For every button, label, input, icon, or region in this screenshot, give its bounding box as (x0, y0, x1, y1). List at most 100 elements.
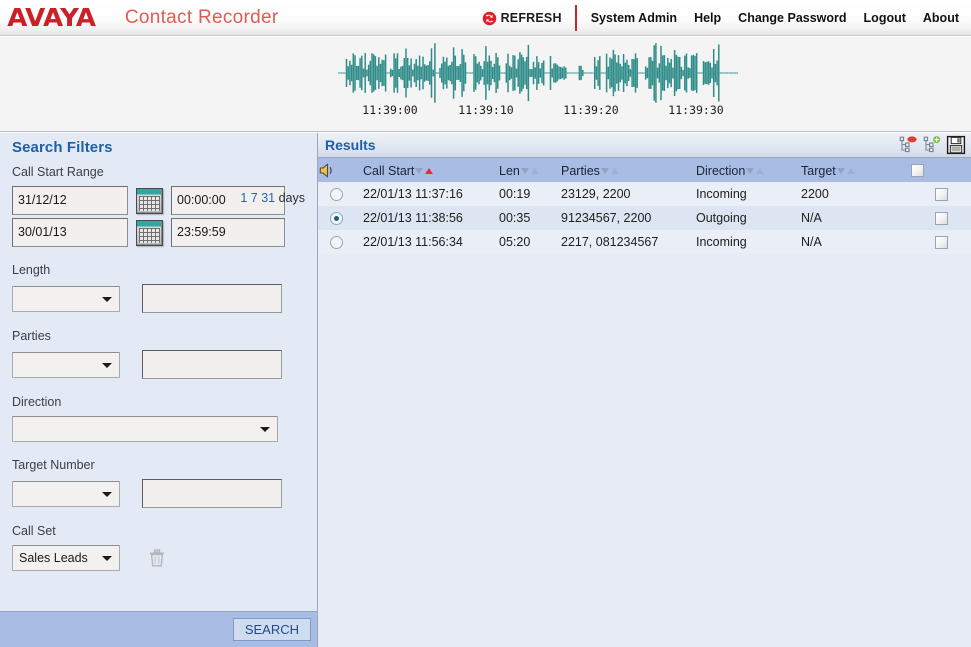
column-header-select-all (911, 158, 971, 182)
search-filters-panel: Search Filters Call Start Range 1 7 31 d… (0, 133, 318, 647)
row-select-cell (318, 182, 354, 206)
column-header-len[interactable]: Len (499, 158, 561, 182)
call-set-select[interactable]: Sales Leads (12, 545, 120, 571)
search-button[interactable]: SEARCH (232, 618, 311, 641)
search-action-bar: SEARCH (0, 611, 317, 647)
waveform-time-label: 11:39:10 (458, 103, 514, 117)
avaya-logo: AVAYA (7, 3, 96, 32)
target-number-label: Target Number (12, 458, 95, 472)
column-header-target[interactable]: Target (801, 158, 911, 182)
chevron-down-icon (102, 296, 112, 302)
sort-arrows-parties[interactable] (600, 163, 619, 177)
sort-arrows-len[interactable] (520, 163, 539, 177)
to-date-input[interactable]: 30/01/13 (12, 218, 128, 247)
column-header-direction[interactable]: Direction (696, 158, 801, 182)
row-select-cell (318, 206, 354, 230)
waveform-time-label: 11:39:00 (362, 103, 418, 117)
row-checkbox[interactable] (934, 236, 948, 250)
table-row[interactable]: 22/01/13 11:56:34 05:20 2217, 081234567 … (318, 230, 971, 254)
row-direction: Incoming (696, 230, 801, 254)
column-header-parties-label: Parties (561, 163, 600, 178)
call-set-label: Call Set (12, 524, 56, 538)
column-header-play (318, 158, 354, 182)
row-radio[interactable] (329, 188, 343, 202)
call-start-range-label: Call Start Range (12, 165, 104, 179)
day-link-31[interactable]: 31 (261, 191, 275, 205)
save-icon[interactable] (946, 135, 966, 155)
row-call-start: 22/01/13 11:37:16 (354, 182, 499, 206)
direction-row (12, 416, 305, 442)
speaker-icon[interactable] (318, 163, 335, 178)
waveform-display[interactable]: 11:39:00 11:39:10 11:39:20 11:39:30 (338, 43, 738, 131)
results-title: Results (325, 137, 376, 153)
call-set-row: Sales Leads (12, 545, 305, 571)
day-link-7[interactable]: 7 (251, 191, 258, 205)
from-date-calendar-icon[interactable] (136, 187, 163, 214)
row-check-cell (911, 230, 971, 254)
table-row[interactable]: 22/01/13 11:37:16 00:19 23129, 2200 Inco… (318, 182, 971, 206)
row-select-cell (318, 230, 354, 254)
chevron-down-icon (260, 427, 270, 432)
column-header-target-label: Target (801, 163, 836, 178)
calendar-grid-icon (139, 227, 160, 243)
refresh-button[interactable]: REFRESH (482, 11, 562, 26)
day-link-1[interactable]: 1 (240, 191, 247, 205)
search-filters-title: Search Filters (12, 139, 113, 156)
top-navigation: REFRESH System Admin Help Change Passwor… (482, 0, 963, 36)
results-table: Call Start Len Parties Direction Target (318, 158, 971, 254)
add-to-callset-icon[interactable] (922, 135, 942, 155)
direction-select[interactable] (12, 416, 278, 442)
remove-from-callset-icon[interactable] (898, 135, 918, 155)
nav-item-change-password[interactable]: Change Password (738, 11, 846, 25)
select-all-checkbox[interactable] (911, 164, 924, 178)
sort-arrows-target[interactable] (836, 163, 855, 177)
calendar-grid-icon (139, 195, 160, 211)
app-title: Contact Recorder (124, 6, 279, 28)
row-target: N/A (801, 206, 911, 230)
waveform-time-axis: 11:39:00 11:39:10 11:39:20 11:39:30 (338, 103, 738, 121)
results-header-row: Call Start Len Parties Direction Target (318, 158, 971, 182)
table-row[interactable]: 22/01/13 11:38:56 00:35 91234567, 2200 O… (318, 206, 971, 230)
from-date-input[interactable]: 31/12/12 (12, 186, 128, 215)
delete-call-set-button[interactable] (148, 548, 166, 568)
waveform-time-label: 11:39:30 (668, 103, 724, 117)
refresh-icon (482, 11, 496, 25)
length-operator-select[interactable] (12, 285, 120, 312)
row-checkbox[interactable] (934, 212, 948, 226)
row-direction: Incoming (696, 182, 801, 206)
nav-item-about[interactable]: About (923, 11, 959, 25)
sort-arrows-direction[interactable] (746, 163, 765, 177)
column-header-len-label: Len (499, 163, 520, 178)
row-len: 00:35 (499, 206, 561, 230)
trash-icon (150, 549, 164, 567)
nav-item-logout[interactable]: Logout (864, 11, 906, 25)
day-links-suffix: days (278, 191, 305, 205)
row-radio[interactable] (329, 212, 343, 226)
nav-item-system-admin[interactable]: System Admin (591, 11, 677, 25)
row-len: 00:19 (499, 182, 561, 206)
waveform-graphic (338, 43, 738, 103)
row-check-cell (911, 206, 971, 230)
row-len: 05:20 (499, 230, 561, 254)
to-date-row: 30/01/13 23:59:59 (12, 218, 305, 247)
nav-divider (574, 5, 577, 31)
row-target: N/A (801, 230, 911, 254)
row-call-start: 22/01/13 11:38:56 (354, 206, 499, 230)
parties-operator-select[interactable] (12, 351, 120, 378)
sort-arrows-call-start[interactable] (415, 163, 434, 177)
chevron-down-icon (102, 362, 112, 368)
waveform-time-label: 11:39:20 (563, 103, 619, 117)
row-checkbox[interactable] (934, 188, 948, 202)
day-range-shortcuts: 1 7 31 days (240, 191, 305, 205)
column-header-parties[interactable]: Parties (561, 158, 696, 182)
parties-value-input[interactable] (142, 350, 282, 379)
column-header-call-start[interactable]: Call Start (354, 158, 499, 182)
row-direction: Outgoing (696, 206, 801, 230)
target-number-operator-select[interactable] (12, 480, 120, 507)
row-radio[interactable] (329, 236, 343, 250)
length-value-input[interactable] (142, 284, 282, 313)
nav-item-help[interactable]: Help (694, 11, 721, 25)
target-number-value-input[interactable] (142, 479, 282, 508)
to-time-input[interactable]: 23:59:59 (171, 218, 285, 247)
to-date-calendar-icon[interactable] (136, 219, 163, 246)
